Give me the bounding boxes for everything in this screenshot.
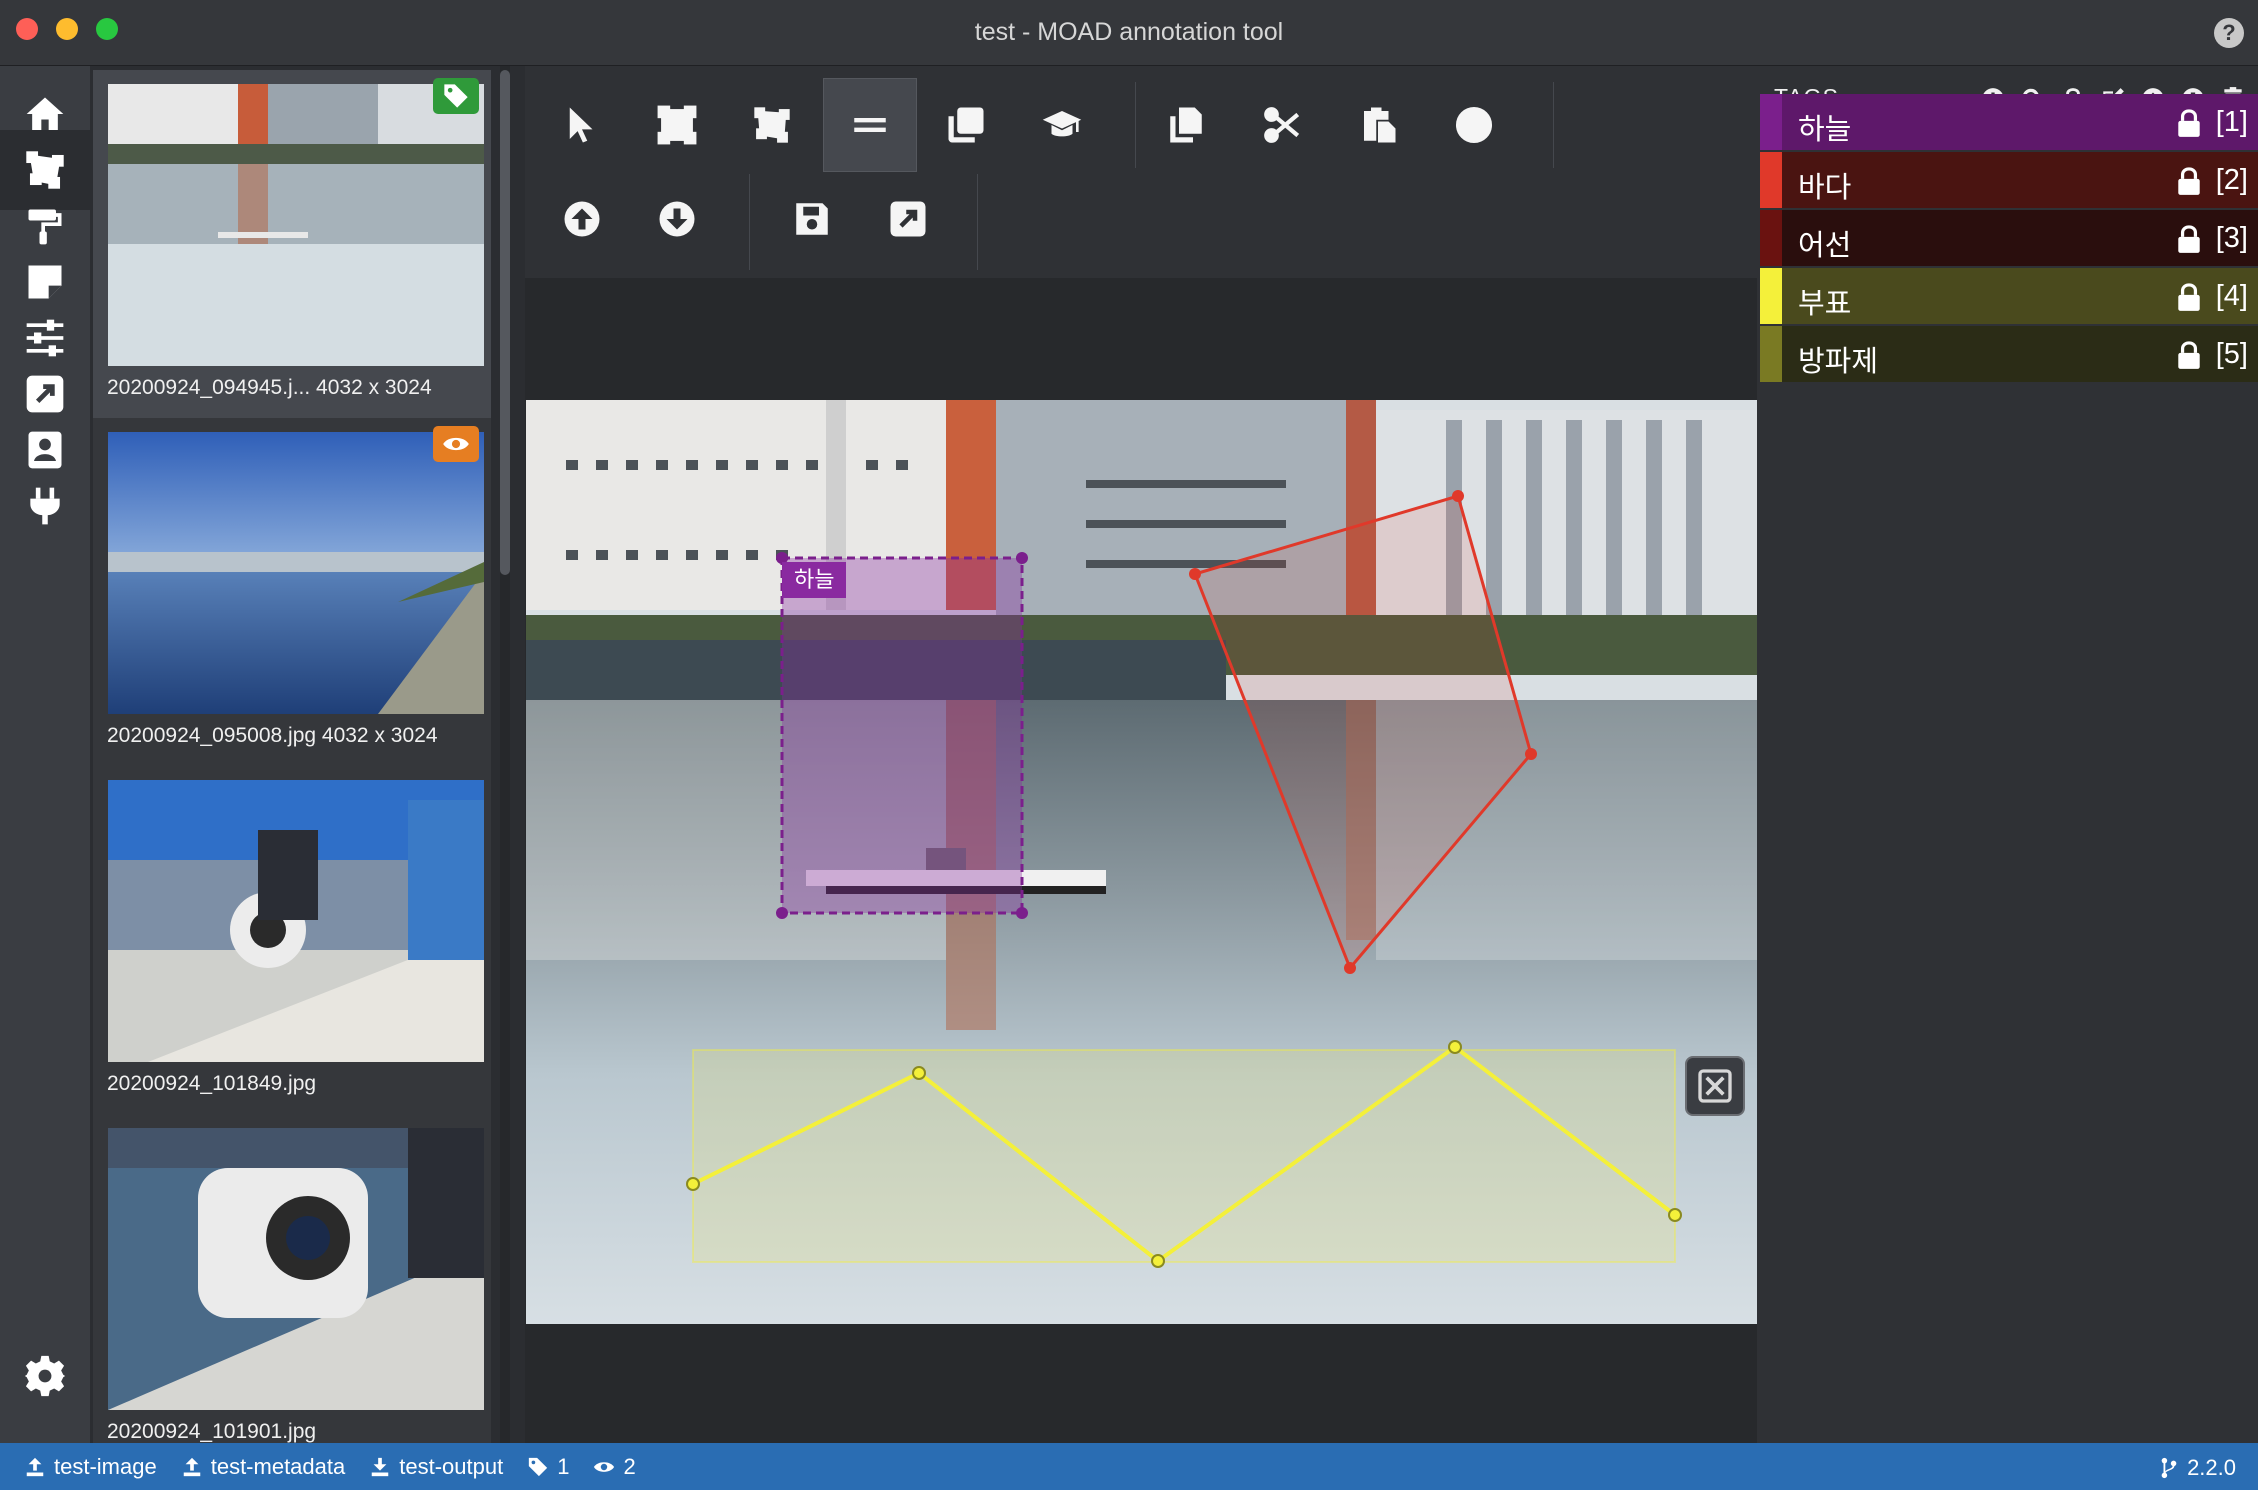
tag-name: 어선: [1798, 230, 1852, 262]
thumbnail-filename: 20200924_095008.jpg: [107, 724, 317, 747]
status-bar: test-image test-metadata test-output 1 2…: [0, 1443, 2258, 1490]
tag-item-buoy[interactable]: 부표 [4]: [1760, 268, 2258, 324]
cut-icon[interactable]: [1235, 78, 1329, 172]
export-tool-icon[interactable]: [861, 172, 955, 266]
tag-color-swatch[interactable]: [1760, 326, 1782, 382]
metadata-connection[interactable]: test-metadata: [181, 1453, 346, 1480]
polyline-tool-icon[interactable]: [823, 78, 917, 172]
tag-name: 하늘: [1798, 114, 1852, 146]
visited-count-value: 2: [623, 1453, 636, 1479]
branch-icon: [2161, 1457, 2177, 1479]
output-connection[interactable]: test-output: [369, 1454, 503, 1480]
tag-item-sea[interactable]: 바다 [2]: [1760, 152, 2258, 208]
tag-lock-icon[interactable]: [2176, 108, 2202, 138]
editor-toolbar: [525, 66, 1757, 278]
clear-icon[interactable]: [1427, 78, 1521, 172]
thumbnail-dimensions: 4032 x 3024: [316, 376, 432, 399]
thumbnail-image: [108, 84, 484, 366]
tag-lock-icon[interactable]: [2176, 224, 2202, 254]
tag-item-sky[interactable]: 하늘 [1]: [1760, 94, 2258, 150]
save-icon[interactable]: [765, 172, 859, 266]
title-bar: test - MOAD annotation tool ?: [0, 0, 2258, 66]
thumbnail-dimensions: 4032 x 3024: [321, 724, 438, 747]
tag-color-swatch[interactable]: [1760, 210, 1782, 266]
tag-hotkey: [3]: [2215, 222, 2248, 254]
copy-rect-icon[interactable]: [919, 78, 1013, 172]
close-icon: [1698, 1069, 1732, 1103]
polygon-tool-icon[interactable]: [725, 78, 819, 172]
tagged-assets-count: 1: [527, 1454, 569, 1480]
tagged-count-value: 1: [557, 1453, 570, 1479]
tags-panel: TAGS 하늘 [1] 바다 [2] 어선 [3] 부표 [4] 방파제 [5]: [1757, 66, 2258, 1443]
active-learning-icon[interactable]: [1015, 78, 1109, 172]
source-connection-label: test-image: [54, 1453, 157, 1479]
thumbnail-item[interactable]: 20200924_095008.jpg 4032 x 3024: [93, 418, 491, 766]
tag-lock-icon[interactable]: [2176, 282, 2202, 312]
tag-hotkey: [4]: [2215, 280, 2248, 312]
settings-gear-icon[interactable]: [0, 1336, 90, 1416]
tag-item-fishing-boat[interactable]: 어선 [3]: [1760, 210, 2258, 266]
tag-item-breakwater[interactable]: 방파제 [5]: [1760, 326, 2258, 382]
app-version-value: 2.2.0: [2187, 1455, 2236, 1480]
tag-lock-icon[interactable]: [2176, 166, 2202, 196]
tag-name: 부표: [1798, 288, 1852, 320]
thumbnail-item[interactable]: 20200924_101849.jpg: [93, 766, 491, 1114]
thumbnail-item[interactable]: 20200924_094945.j... 4032 x 3024: [93, 70, 491, 418]
metadata-connection-label: test-metadata: [210, 1453, 346, 1479]
copy-icon[interactable]: [1139, 78, 1233, 172]
thumbnail-list: 20200924_094945.j... 4032 x 3024 2020092…: [90, 66, 502, 1443]
left-nav: [0, 66, 90, 1443]
rectangle-tool-icon[interactable]: [630, 78, 724, 172]
delete-region-button[interactable]: [1685, 1056, 1745, 1116]
eye-icon: [594, 1461, 615, 1472]
tag-name: 방파제: [1798, 346, 1879, 378]
tag-hotkey: [5]: [2215, 338, 2248, 370]
visited-assets-count: 2: [593, 1453, 636, 1480]
thumbnail-image: [108, 780, 484, 1062]
thumbnail-item[interactable]: 20200924_101901.jpg: [93, 1114, 491, 1443]
app-version: 2.2.0: [2159, 1455, 2236, 1481]
next-asset-icon[interactable]: [630, 172, 724, 266]
help-icon[interactable]: ?: [2214, 18, 2244, 48]
thumbnail-scroll-thumb[interactable]: [500, 70, 510, 575]
select-tool-icon[interactable]: [535, 78, 629, 172]
window-title: test - MOAD annotation tool: [974, 18, 1284, 46]
thumbnail-filename: 20200924_101849.jpg: [107, 1072, 317, 1095]
thumbnail-image: [108, 1128, 484, 1410]
upload-icon: [26, 1457, 44, 1476]
thumbnail-filename: 20200924_101901.jpg: [107, 1420, 317, 1443]
tag-lock-icon[interactable]: [2176, 340, 2202, 370]
tag-hotkey: [1]: [2215, 106, 2248, 138]
source-connection[interactable]: test-image: [24, 1454, 157, 1480]
region-tag-label: 하늘: [782, 562, 847, 598]
output-connection-label: test-output: [399, 1453, 504, 1479]
tag-color-swatch[interactable]: [1760, 94, 1782, 150]
plug-icon[interactable]: [0, 466, 90, 546]
previous-asset-icon[interactable]: [535, 172, 629, 266]
tag-color-swatch[interactable]: [1760, 268, 1782, 324]
download-icon: [371, 1457, 389, 1476]
thumbnail-image: [108, 432, 484, 714]
tag-name: 바다: [1798, 172, 1852, 204]
tag-icon: [529, 1457, 548, 1476]
tag-color-swatch[interactable]: [1760, 152, 1782, 208]
annotated-image[interactable]: [526, 400, 1757, 1324]
upload-icon: [183, 1457, 200, 1476]
tag-icon: [433, 78, 479, 114]
eye-icon: [433, 426, 479, 462]
paste-icon[interactable]: [1331, 78, 1425, 172]
tag-hotkey: [2]: [2215, 164, 2248, 196]
thumbnail-filename: 20200924_094945.j...: [107, 376, 311, 399]
